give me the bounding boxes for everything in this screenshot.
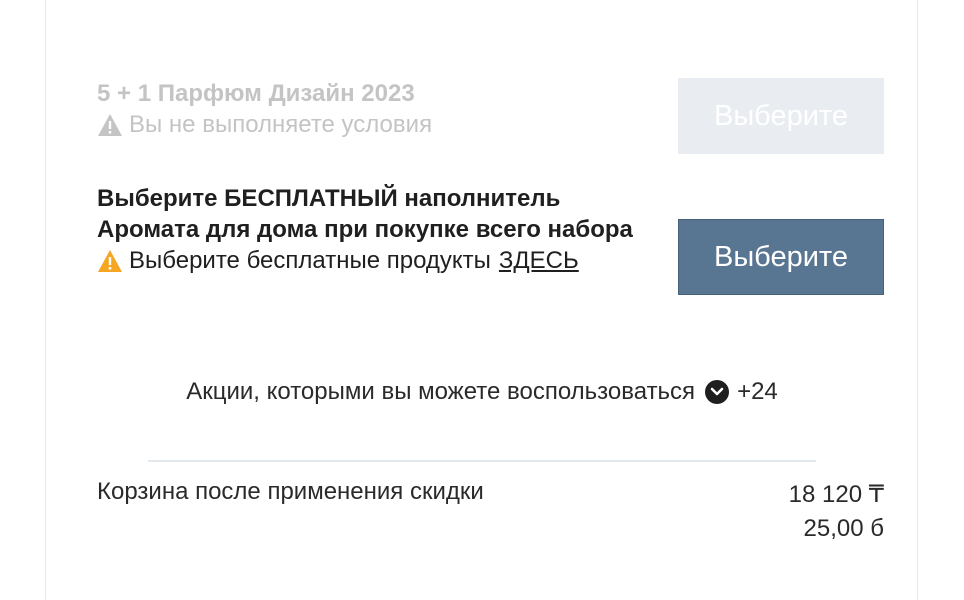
offer-status-text: Вы не выполняете условия — [129, 111, 433, 138]
warning-icon — [97, 249, 123, 273]
cart-total-label: Корзина после применения скидки — [97, 478, 484, 505]
promotions-label: Акции, которыми вы можете воспользоватьс… — [186, 378, 696, 405]
offer-status: Вы не выполняете условия — [97, 109, 657, 141]
cart-total-values: 18 120 ₸ 25,00 б — [789, 478, 884, 546]
promotions-count: +24 — [737, 378, 778, 405]
divider — [148, 460, 816, 462]
warning-icon — [97, 113, 123, 137]
select-offer-button[interactable]: Выберите — [678, 219, 884, 295]
offer-title: Выберите БЕСПЛАТНЫЙ наполнитель Аромата … — [97, 185, 633, 243]
offer-item-perfume-design: 5 + 1 Парфюм Дизайн 2023 Вы не выполняет… — [97, 78, 657, 141]
chevron-down-icon[interactable] — [705, 380, 730, 404]
cart-total-amount: 18 120 ₸ — [788, 481, 884, 508]
cart-points: 25,00 б — [803, 515, 884, 542]
select-offer-button-disabled[interactable]: Выберите — [678, 78, 884, 154]
offer-title: 5 + 1 Парфюм Дизайн 2023 — [97, 80, 415, 107]
here-link[interactable]: ЗДЕСЬ — [499, 245, 579, 277]
offer-hint: Выберите бесплатные продукты ЗДЕСЬ — [97, 245, 657, 277]
promotions-toggle[interactable]: Акции, которыми вы можете воспользоватьс… — [0, 378, 964, 406]
offer-hint-text: Выберите бесплатные продукты — [129, 247, 491, 274]
offer-item-free-refill: Выберите БЕСПЛАТНЫЙ наполнитель Аромата … — [97, 183, 657, 277]
